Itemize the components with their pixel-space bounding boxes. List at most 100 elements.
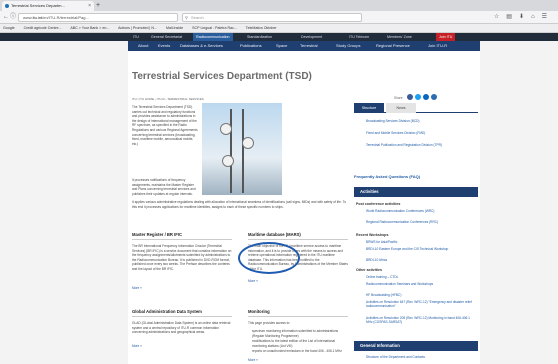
sidebar-link[interactable]: Activities on Resolution 205 (Rev. WRC-1… — [366, 316, 474, 324]
antenna-tower-image — [202, 103, 282, 195]
bookmark-item[interactable]: Mail.Inside — [166, 26, 183, 30]
itu-top-nav: ITU General Secretariat Radiocommunicati… — [0, 33, 558, 41]
bookmarks-bar: Google Credit agricole Centre... ABC > Y… — [0, 24, 558, 33]
sidebar-link[interactable]: BRDI-10 Eastern Europe and the CIS Techn… — [366, 247, 474, 251]
toolbar-icons[interactable]: ☆▤⬇⌂☰ — [494, 13, 554, 22]
sidebar-link[interactable]: BRDI-10 Africa — [366, 258, 474, 262]
sector-nav-databases[interactable]: Databases & e-Services — [180, 41, 223, 51]
divider — [132, 239, 232, 240]
general-information-header: General Information — [354, 341, 478, 351]
nav-members-zone[interactable]: Members' Zone — [384, 33, 415, 41]
bookmark-item[interactable]: Google — [3, 26, 15, 30]
monitoring-list-item[interactable]: reports on unauthorized emissions in the… — [252, 349, 348, 354]
bookmark-item[interactable]: SCP Lingual : Paletra Rac... — [192, 26, 237, 30]
master-register-heading[interactable]: Master Register / BR IFIC — [132, 232, 182, 237]
monitoring-list-item[interactable]: modifications to the latest edition of t… — [252, 339, 348, 348]
sidebar-link[interactable]: Broadcasting Services Division (BCD) — [366, 119, 474, 123]
intro-paragraph: It processes notifications of frequency … — [132, 178, 196, 196]
navigation-bar: ← ⓘ www.itu.int/en/ITU-R/terrestrial/Pag… — [0, 11, 558, 24]
nav-join-itu[interactable]: Join ITU — [436, 33, 456, 41]
sidebar-link[interactable]: BRWS for Asia/Pacific — [366, 240, 474, 244]
antenna-dish — [222, 155, 234, 167]
right-sidebar: Structure News Broadcasting Services Div… — [354, 103, 478, 364]
web-page: ITU General Secretariat Radiocommunicati… — [0, 33, 558, 364]
search-input[interactable]: ⚲ Search — [182, 13, 362, 22]
intro-paragraph: It applies various administrative regula… — [132, 200, 346, 209]
page-title: Terrestrial Services Department (TSD) — [132, 71, 312, 82]
master-register-text: The BR International Frequency Informati… — [132, 244, 232, 271]
twitter-icon[interactable] — [415, 94, 421, 100]
back-arrow-icon[interactable]: ← — [3, 13, 9, 22]
divider — [248, 239, 348, 240]
sector-nav-regional-presence[interactable]: Regional Presence — [376, 41, 410, 51]
sidebar-link[interactable]: World Radiocommunication Conferences (WR… — [366, 209, 474, 213]
nav-itu[interactable]: ITU — [130, 33, 142, 41]
nav-general-secretariat[interactable]: General Secretariat — [148, 33, 185, 41]
new-tab-button[interactable]: + — [96, 1, 100, 10]
bookmark-item[interactable]: Credit agricole Centre... — [24, 26, 62, 30]
more-link[interactable]: More » — [248, 279, 258, 283]
bookmark-item[interactable]: ABC > Your Bank > en... — [70, 26, 109, 30]
sidebar-link[interactable]: Fixed and Mobile Services Division (FMD) — [366, 131, 474, 135]
more-link[interactable]: More » — [132, 344, 142, 348]
glad-heading[interactable]: Global Administration Data System — [132, 309, 202, 314]
address-bar[interactable]: www.itu.int/en/ITU-R/terrestrial/Pag... — [18, 13, 178, 22]
sector-nav-publications[interactable]: Publications — [240, 41, 262, 51]
activities-header: Activities — [354, 187, 478, 197]
sector-nav: About Events Databases & e-Services Publ… — [128, 41, 480, 51]
antenna-dish — [220, 123, 232, 135]
sector-nav-study-groups[interactable]: Study Groups — [336, 41, 360, 51]
recent-workshops-title: Recent Workshops — [356, 233, 389, 237]
nav-radiocommunication[interactable]: Radiocommunication — [193, 33, 233, 41]
tab-title: Terrestrial Services Departm... — [11, 3, 65, 8]
close-tab-icon[interactable]: × — [88, 1, 91, 11]
facebook-icon[interactable] — [407, 94, 413, 100]
sidebar-link[interactable]: HF Broadcasting (HFBC) — [366, 293, 474, 297]
share-label: Share — [394, 96, 403, 100]
faq-link[interactable]: Frequently Asked Questions (FAQ) — [354, 174, 420, 179]
intro-paragraph: The Terrestrial Services Department (TSD… — [132, 105, 198, 146]
divider — [132, 316, 232, 317]
sidebar-link[interactable]: Online training – CTDL — [366, 275, 474, 279]
tab-structure[interactable]: Structure — [354, 103, 384, 113]
bookmark-item[interactable]: TeleMatics Oktober — [246, 26, 277, 30]
nav-standardization[interactable]: Standardization — [244, 33, 275, 41]
linkedin-icon[interactable] — [423, 94, 429, 100]
sidebar-link[interactable]: Regional Radiocommunication Conferences … — [366, 220, 474, 224]
monitoring-text: This page provides access to: — [248, 321, 291, 325]
nav-development[interactable]: Development — [298, 33, 325, 41]
nav-itu-telecom[interactable]: ITU Telecom — [346, 33, 372, 41]
antenna-dish — [242, 137, 254, 149]
sector-nav-space[interactable]: Space — [276, 41, 287, 51]
sidebar-link[interactable]: Structure of the Department and Contacts — [366, 355, 474, 359]
browser-tab-strip: Terrestrial Services Departm... × + — [0, 0, 558, 11]
monitoring-heading[interactable]: Monitoring — [248, 309, 270, 314]
browser-tab[interactable]: Terrestrial Services Departm... × — [2, 1, 94, 11]
glad-text: GLAD (GLobal Administration Data System)… — [132, 321, 231, 335]
breadcrumb[interactable]: ITU | ITU HOME › ITU-R › TERRESTRIAL SER… — [132, 97, 204, 101]
monitoring-list-item[interactable]: spectrum monitoring information submitte… — [252, 329, 348, 338]
post-conference-title: Post conference activities — [356, 202, 401, 206]
divider — [248, 316, 348, 317]
other-activities-title: Other activities — [356, 268, 382, 272]
sector-nav-join-itu-r[interactable]: Join ITU-R — [428, 41, 447, 51]
share-icon[interactable] — [431, 94, 437, 100]
maritime-database-heading[interactable]: Maritime database (MARS) — [248, 232, 301, 237]
sidebar-link[interactable]: Activities on Resolution 647 (Rev. WRC-1… — [366, 300, 474, 308]
sector-nav-events[interactable]: Events — [158, 41, 170, 51]
itu-favicon-icon — [5, 4, 9, 8]
search-icon: ⚲ — [185, 15, 188, 20]
more-link[interactable]: More » — [132, 286, 142, 290]
sidebar-link[interactable]: Terrestrial Publication and Registration… — [366, 143, 474, 147]
sector-nav-about[interactable]: About — [138, 41, 148, 51]
sidebar-tabs: Structure News — [354, 103, 478, 113]
bookmark-item[interactable]: Actions | Promoted | N... — [118, 26, 157, 30]
main-content: Terrestrial Services Department (TSD) IT… — [128, 51, 480, 364]
sector-nav-terrestrial[interactable]: Terrestrial — [300, 41, 318, 51]
tower-graphic — [230, 109, 244, 193]
highlight-ellipse — [238, 242, 300, 274]
sidebar-link[interactable]: Radiocommunication Seminars and Workshop… — [366, 282, 474, 286]
tab-news[interactable]: News — [386, 103, 416, 113]
more-link[interactable]: More » — [248, 358, 258, 362]
info-icon[interactable]: ⓘ — [10, 13, 16, 22]
